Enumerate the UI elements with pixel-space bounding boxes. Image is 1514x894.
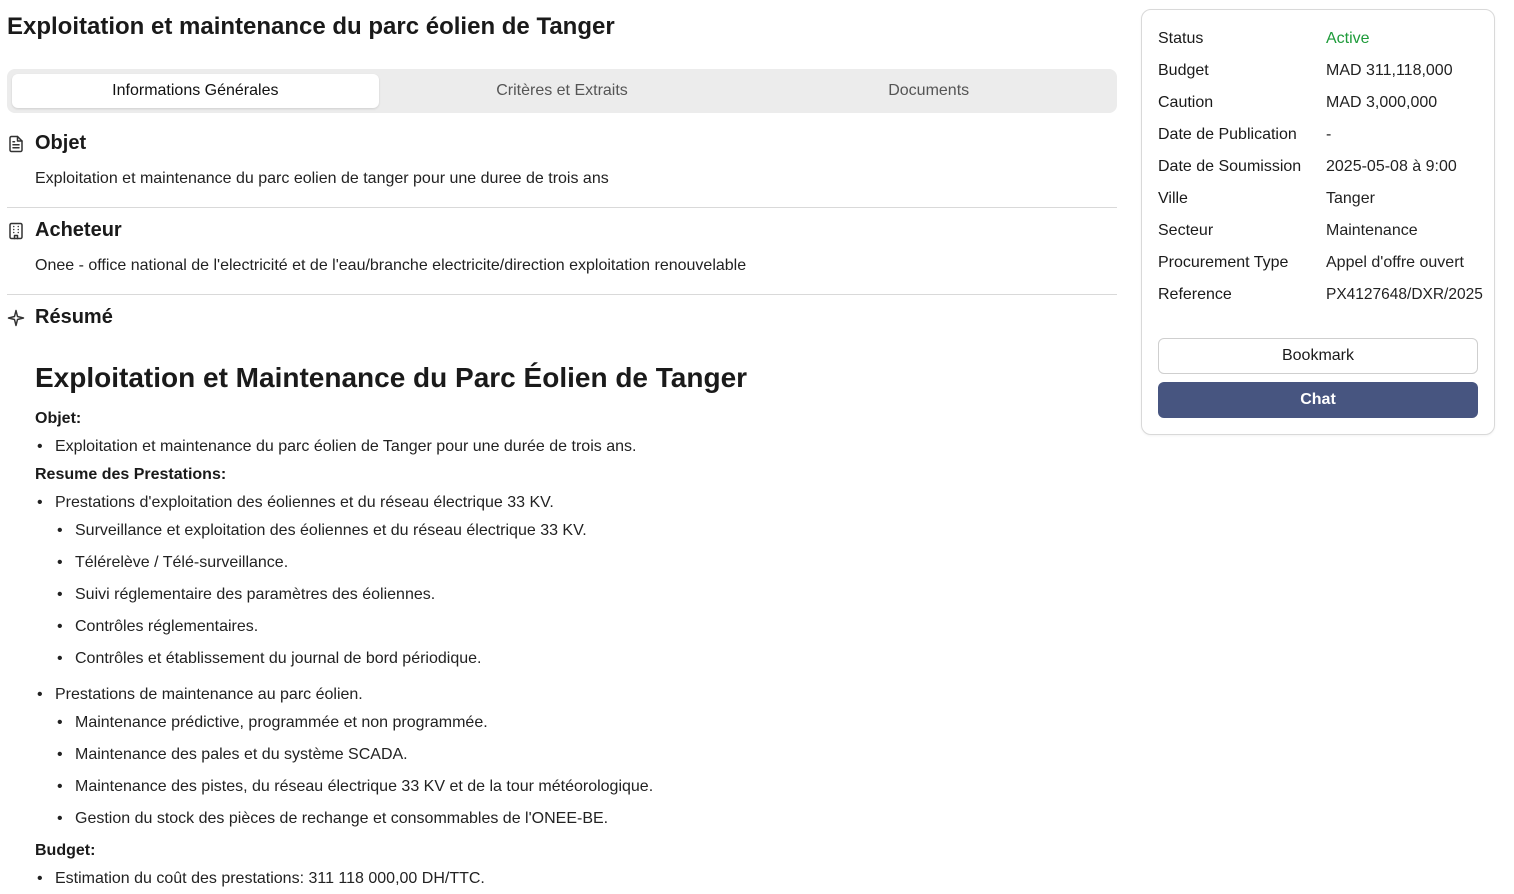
tab-documents[interactable]: Documents: [745, 74, 1112, 108]
list-item: Surveillance et exploitation des éolienn…: [57, 522, 587, 540]
status-badge: Active: [1326, 30, 1370, 47]
list-item: Exploitation et maintenance du parc éoli…: [37, 438, 636, 456]
city-value: Tanger: [1326, 190, 1375, 207]
caution-value: MAD 3,000,000: [1326, 94, 1438, 111]
sector-label: Secteur: [1158, 222, 1214, 239]
document-icon: [9, 135, 23, 152]
procurement-type-value: Appel d'offre ouvert: [1326, 254, 1464, 271]
page-title: Exploitation et maintenance du parc éoli…: [7, 13, 615, 40]
divider: [7, 207, 1117, 208]
submission-date-label: Date de Soumission: [1158, 158, 1302, 175]
list-item: Estimation du coût des prestations: 311 …: [37, 870, 485, 888]
chat-button[interactable]: Chat: [1158, 382, 1478, 418]
acheteur-heading: Acheteur: [7, 219, 122, 242]
caution-label: Caution: [1158, 94, 1214, 111]
budget-row-label: Budget: [1158, 62, 1209, 79]
objet-heading-label: Objet: [35, 132, 87, 154]
sparkle-icon: [7, 309, 25, 326]
reference-label: Reference: [1158, 286, 1232, 303]
list-item: Prestations d'exploitation des éoliennes…: [37, 494, 554, 512]
acheteur-heading-label: Acheteur: [35, 219, 122, 241]
details-card: Status Active Budget MAD 311,118,000 Cau…: [1141, 9, 1495, 435]
publication-date-label: Date de Publication: [1158, 126, 1297, 143]
reference-value: PX4127648/DXR/2025: [1326, 286, 1483, 303]
submission-date-value: 2025-05-08 à 9:00: [1326, 158, 1457, 175]
list-item: Télérelève / Télé-surveillance.: [57, 554, 288, 572]
list-item: Contrôles réglementaires.: [57, 618, 258, 636]
summary-title: Exploitation et Maintenance du Parc Éoli…: [35, 362, 748, 393]
procurement-type-label: Procurement Type: [1158, 254, 1289, 271]
list-item: Gestion du stock des pièces de rechange …: [57, 810, 608, 828]
acheteur-text: Onee - office national de l'electricité …: [35, 257, 747, 274]
tab-criteres-et-extraits[interactable]: Critères et Extraits: [379, 74, 746, 108]
objet-heading: Objet: [7, 132, 86, 155]
prestations-label: Resume des Prestations:: [35, 466, 227, 483]
publication-date-value: -: [1326, 126, 1332, 143]
bookmark-button[interactable]: Bookmark: [1158, 338, 1478, 374]
resume-heading-label: Résumé: [35, 306, 113, 328]
list-item: Maintenance des pales et du système SCAD…: [57, 746, 408, 764]
list-item: Contrôles et établissement du journal de…: [57, 650, 482, 668]
city-label: Ville: [1158, 190, 1188, 207]
tab-informations-generales[interactable]: Informations Générales: [12, 74, 379, 108]
objet-text: Exploitation et maintenance du parc eoli…: [35, 170, 609, 187]
list-item: Suivi réglementaire des paramètres des é…: [57, 586, 435, 604]
budget-label: Budget:: [35, 842, 96, 859]
divider: [7, 294, 1117, 295]
list-item: Maintenance prédictive, programmée et no…: [57, 714, 488, 732]
status-label: Status: [1158, 30, 1204, 47]
tab-bar: Informations Générales Critères et Extra…: [7, 69, 1117, 113]
list-item: Prestations de maintenance au parc éolie…: [37, 686, 363, 704]
budget-value: MAD 311,118,000: [1326, 62, 1453, 79]
sector-value: Maintenance: [1326, 222, 1418, 239]
resume-heading: Résumé: [7, 306, 113, 329]
building-icon: [9, 222, 23, 239]
objet-label: Objet:: [35, 410, 82, 427]
list-item: Maintenance des pistes, du réseau électr…: [57, 778, 653, 796]
